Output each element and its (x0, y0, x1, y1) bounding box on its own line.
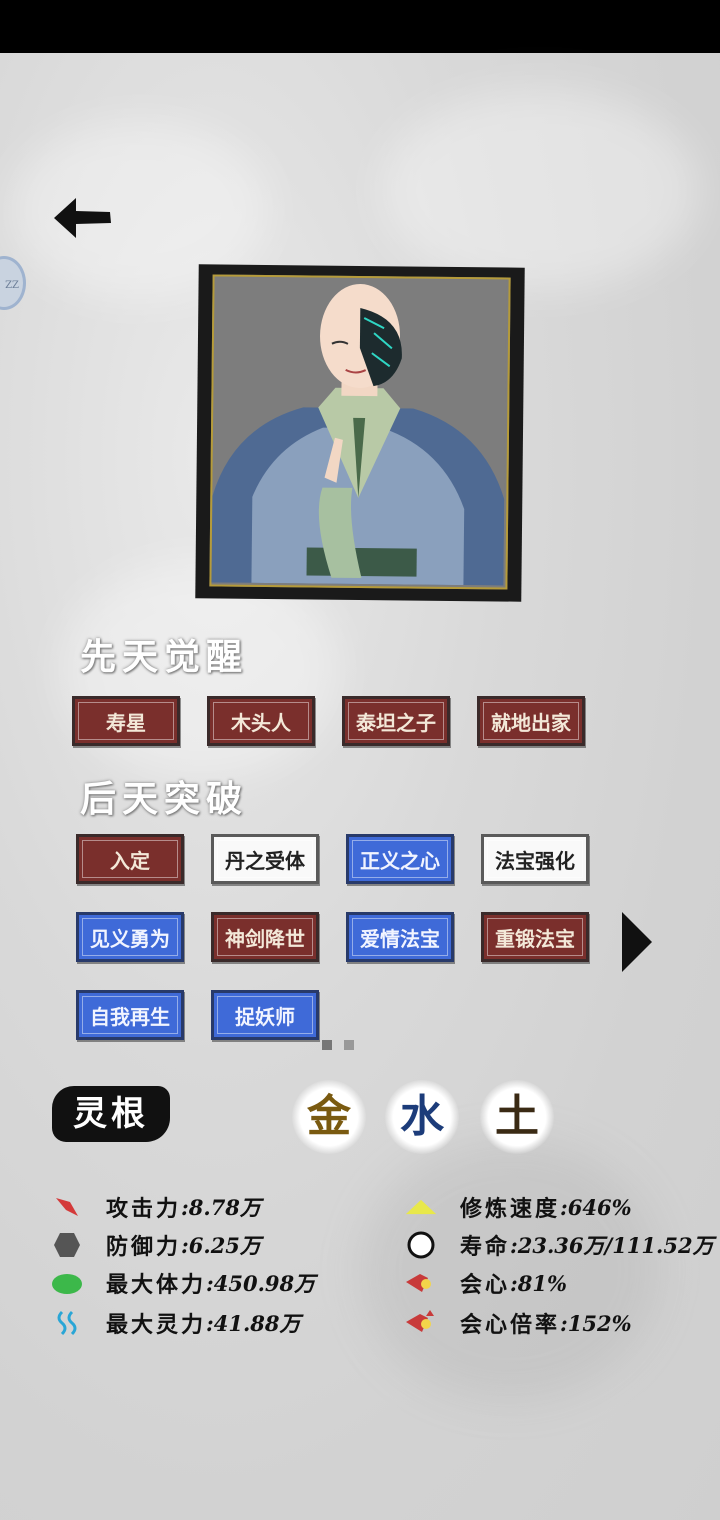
background-cloud (380, 90, 700, 290)
stat-label: 最大灵力 (106, 1312, 207, 1338)
stat-row: 防御力:6.25万 (50, 1228, 261, 1262)
tag-label: 正义之心 (360, 848, 440, 873)
stat-row: 寿命:23.36万/111.52万 (404, 1228, 714, 1262)
stat-label: 寿命 (460, 1234, 511, 1260)
tag-label: 爱情法宝 (360, 926, 440, 951)
stat-label: 最大体力 (106, 1272, 207, 1298)
stat-value: :152% (560, 1310, 632, 1336)
tag-label: 见义勇为 (90, 926, 170, 951)
critical-multiplier-icon (404, 1306, 438, 1340)
tag-label: 木头人 (231, 710, 291, 735)
element-earth: 土 (480, 1080, 554, 1154)
tag-label: 神剑降世 (225, 926, 305, 951)
acquired-tag[interactable]: 入定 (76, 834, 184, 884)
shield-icon (50, 1228, 84, 1262)
tag-label: 捉妖师 (235, 1004, 295, 1029)
element-water: 水 (385, 1080, 459, 1154)
tag-label: 泰坦之子 (356, 710, 436, 735)
stat-label: 防御力 (106, 1234, 182, 1260)
stat-value: :41.88万 (206, 1311, 301, 1336)
side-floating-bubble[interactable]: ZZ (0, 256, 26, 310)
character-portrait (209, 274, 511, 590)
stat-value: :646% (560, 1194, 632, 1220)
stat-value: :81% (510, 1270, 567, 1296)
acquired-tag[interactable]: 丹之受体 (211, 834, 319, 884)
stat-row: 会心:81% (404, 1266, 567, 1300)
acquired-tag[interactable]: 正义之心 (346, 834, 454, 884)
acquired-tag[interactable]: 爱情法宝 (346, 912, 454, 962)
stat-value: :6.25万 (181, 1233, 261, 1258)
innate-tag[interactable]: 木头人 (207, 696, 315, 746)
stat-label: 会心倍率 (460, 1312, 561, 1338)
back-arrow-icon[interactable] (52, 194, 114, 242)
page-indicator-dot (322, 1040, 332, 1050)
acquired-tag[interactable]: 捉妖师 (211, 990, 319, 1040)
sword-icon (50, 1190, 84, 1224)
stat-label: 攻击力 (106, 1196, 182, 1222)
tag-label: 法宝强化 (495, 848, 575, 873)
heart-icon (50, 1266, 84, 1300)
triangle-icon (404, 1190, 438, 1224)
status-bar (0, 0, 720, 53)
tag-label: 自我再生 (90, 1004, 170, 1029)
circle-icon (404, 1228, 438, 1262)
next-page-arrow-icon[interactable] (622, 912, 652, 972)
tag-label: 入定 (110, 848, 150, 873)
character-portrait-frame (195, 264, 525, 602)
element-metal: 金 (292, 1080, 366, 1154)
stat-row: 会心倍率:152% (404, 1306, 632, 1340)
acquired-breakthrough-title: 后天突破 (80, 778, 249, 820)
stat-row: 最大灵力:41.88万 (50, 1306, 301, 1340)
stat-label: 修炼速度 (460, 1196, 561, 1222)
stat-row: 修炼速度:646% (404, 1190, 632, 1224)
stat-label: 会心 (460, 1272, 511, 1298)
tag-label: 丹之受体 (225, 848, 305, 873)
acquired-tag[interactable]: 见义勇为 (76, 912, 184, 962)
tag-label: 重锻法宝 (495, 926, 575, 951)
spirit-wave-icon (50, 1306, 84, 1340)
stat-value: :450.98万 (206, 1271, 316, 1296)
acquired-tag[interactable]: 神剑降世 (211, 912, 319, 962)
innate-tag[interactable]: 寿星 (72, 696, 180, 746)
spiritual-root-label: 灵根 (52, 1086, 170, 1142)
acquired-tag[interactable]: 自我再生 (76, 990, 184, 1040)
stat-value: :23.36万/111.52万 (510, 1233, 714, 1258)
innate-tag[interactable]: 泰坦之子 (342, 696, 450, 746)
stat-row: 最大体力:450.98万 (50, 1266, 315, 1300)
stat-row: 攻击力:8.78万 (50, 1190, 261, 1224)
innate-awakening-title: 先天觉醒 (80, 636, 249, 678)
acquired-tag[interactable]: 法宝强化 (481, 834, 589, 884)
acquired-tag[interactable]: 重锻法宝 (481, 912, 589, 962)
tag-label: 寿星 (106, 710, 146, 735)
stat-value: :8.78万 (181, 1195, 261, 1220)
critical-icon (404, 1266, 438, 1300)
innate-tag[interactable]: 就地出家 (477, 696, 585, 746)
tag-label: 就地出家 (491, 710, 571, 735)
page-indicator-dot (344, 1040, 354, 1050)
